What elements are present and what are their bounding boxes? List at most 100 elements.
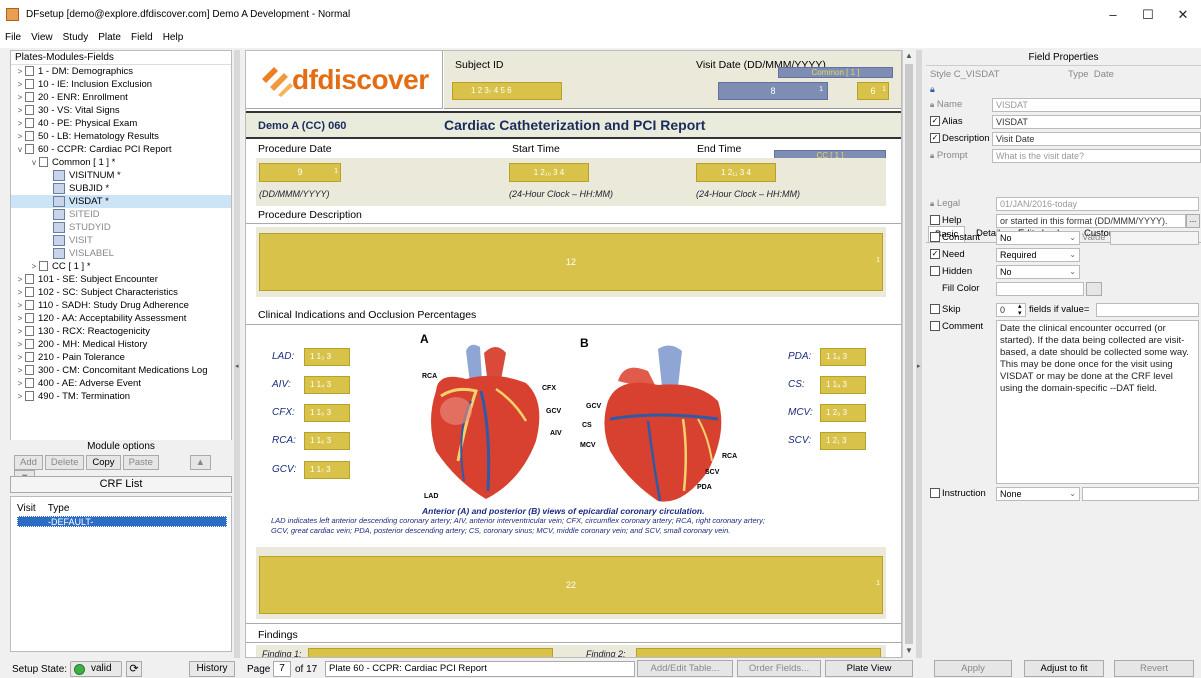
menu-study[interactable]: Study [58, 30, 94, 45]
legal-input[interactable]: 01/JAN/2016-today [996, 197, 1199, 211]
chevron-down-icon[interactable]: v [15, 143, 25, 156]
copy-button[interactable]: Copy [86, 455, 121, 470]
menu-file[interactable]: File [0, 30, 26, 45]
history-button[interactable]: History [189, 661, 235, 677]
finding-1-field[interactable] [308, 648, 553, 657]
color-picker-button[interactable] [1086, 282, 1102, 296]
skip-value-input[interactable] [1096, 303, 1199, 317]
visit-num-field[interactable]: 6 1 [857, 82, 889, 100]
menu-plate[interactable]: Plate [93, 30, 126, 45]
valid-indicator[interactable]: valid [70, 661, 122, 677]
vessel-occlusion-field[interactable]: 1 2₀ 3 [820, 404, 866, 422]
chevron-right-icon[interactable]: > [15, 65, 25, 78]
scroll-thumb[interactable] [905, 64, 913, 644]
tree-item[interactable]: >20 - ENR: Enrollment [11, 91, 231, 104]
tree-item[interactable]: >10 - IE: Inclusion Exclusion [11, 78, 231, 91]
alias-input[interactable]: VISDAT [992, 115, 1201, 129]
clinical-indications-field[interactable]: 22 1 [259, 556, 883, 614]
tree-item[interactable]: > CC [ 1 ] * [11, 260, 231, 273]
plate-vertical-scrollbar[interactable]: ▲ ▼ [902, 50, 914, 658]
chevron-right-icon[interactable]: > [15, 377, 25, 390]
start-time-field[interactable]: 1 2₁₀ 3 4 [509, 163, 589, 182]
prompt-input[interactable]: What is the visit date? [992, 149, 1201, 163]
order-fields-button[interactable]: Order Fields... [737, 660, 821, 677]
vessel-occlusion-field[interactable]: 1 1₉ 3 [820, 376, 866, 394]
chevron-right-icon[interactable]: > [15, 78, 25, 91]
need-checkbox[interactable]: ✓ [930, 249, 940, 260]
tree-item[interactable]: >120 - AA: Acceptability Assessment [11, 312, 231, 325]
constant-select[interactable]: No ⌄ [996, 231, 1080, 245]
chevron-right-icon[interactable]: > [15, 390, 25, 403]
tree-field-item[interactable]: SITEID [11, 208, 231, 221]
need-select[interactable]: Required ⌄ [996, 248, 1080, 262]
tree-item[interactable]: >50 - LB: Hematology Results [11, 130, 231, 143]
chevron-right-icon[interactable]: > [15, 351, 25, 364]
tree-field-item[interactable]: SUBJID * [11, 182, 231, 195]
tree-item[interactable]: >210 - Pain Tolerance [11, 351, 231, 364]
common-tag[interactable]: Common [ 1 ] [778, 67, 893, 78]
chevron-right-icon[interactable]: > [15, 117, 25, 130]
crf-default-row[interactable]: -DEFAULT- [17, 516, 227, 527]
comment-checkbox[interactable] [930, 321, 940, 332]
vessel-occlusion-field[interactable]: 1 1₆ 3 [304, 432, 350, 450]
tree-item[interactable]: >300 - CM: Concomitant Medications Log [11, 364, 231, 377]
add-button[interactable]: Add [14, 455, 43, 470]
tree-item[interactable]: >102 - SC: Subject Characteristics [11, 286, 231, 299]
chevron-right-icon[interactable]: > [15, 273, 25, 286]
apply-button[interactable]: Apply [934, 660, 1012, 677]
vessel-occlusion-field[interactable]: 1 1₄ 3 [304, 376, 350, 394]
instruction-text-input[interactable] [1082, 487, 1199, 501]
add-edit-table-button[interactable]: Add/Edit Table... [637, 660, 733, 677]
left-splitter[interactable]: ◂ [234, 50, 240, 658]
plate-view-button[interactable]: Plate View [825, 660, 913, 677]
constant-value-input[interactable] [1110, 231, 1199, 245]
plate-name-field[interactable]: Plate 60 - CCPR: Cardiac PCI Report [325, 661, 635, 677]
chevron-right-icon[interactable]: > [15, 364, 25, 377]
procedure-date-field[interactable]: 91 [259, 163, 341, 182]
refresh-icon[interactable]: ⟳ [126, 661, 142, 677]
chevron-right-icon[interactable]: > [15, 286, 25, 299]
chevron-right-icon[interactable]: > [29, 260, 39, 273]
visit-date-field[interactable]: 8 1 [718, 82, 828, 100]
vessel-occlusion-field[interactable]: 1 1₇ 3 [304, 461, 350, 479]
chevron-right-icon[interactable]: > [15, 312, 25, 325]
chevron-right-icon[interactable]: > [15, 91, 25, 104]
subject-id-field[interactable]: 1 2 3₇ 4 5 6 [452, 82, 562, 100]
tree-item[interactable]: >1 - DM: Demographics [11, 65, 231, 78]
close-button[interactable]: ✕ [1168, 4, 1198, 26]
tree-item[interactable]: >101 - SE: Subject Encounter [11, 273, 231, 286]
tree-item[interactable]: >200 - MH: Medical History [11, 338, 231, 351]
procedure-description-field[interactable]: 12 1 [259, 233, 883, 291]
alias-checkbox[interactable]: ✓ [930, 116, 940, 127]
tree-item[interactable]: >110 - SADH: Study Drug Adherence [11, 299, 231, 312]
chevron-right-icon[interactable]: > [15, 104, 25, 117]
paste-button[interactable]: Paste [122, 455, 159, 470]
menu-field[interactable]: Field [126, 30, 158, 45]
minimize-button[interactable]: – [1098, 4, 1128, 26]
chevron-right-icon[interactable]: > [15, 338, 25, 351]
instruction-checkbox[interactable] [930, 488, 940, 499]
description-checkbox[interactable]: ✓ [930, 133, 940, 144]
help-input[interactable]: or started in this format (DD/MMM/YYYY). [996, 214, 1186, 228]
tree-item[interactable]: v 60 - CCPR: Cardiac PCI Report [11, 143, 231, 156]
end-time-field[interactable]: 1 2₁₁ 3 4 [696, 163, 776, 182]
chevron-down-icon[interactable]: v [29, 156, 39, 169]
tree-item[interactable]: >130 - RCX: Reactogenicity [11, 325, 231, 338]
menu-help[interactable]: Help [158, 30, 189, 45]
tree-field-item[interactable]: STUDYID [11, 221, 231, 234]
tree-item[interactable]: >30 - VS: Vital Signs [11, 104, 231, 117]
vessel-occlusion-field[interactable]: 1 1₃ 3 [304, 348, 350, 366]
revert-button[interactable]: Revert [1114, 660, 1194, 677]
finding-2-field[interactable] [636, 648, 881, 657]
description-input[interactable]: Visit Date [992, 132, 1201, 146]
scroll-down-icon[interactable]: ▼ [904, 646, 914, 656]
page-number-input[interactable]: 7 [273, 661, 291, 677]
tree-item[interactable]: v Common [ 1 ] * [11, 156, 231, 169]
chevron-right-icon[interactable]: > [15, 299, 25, 312]
menu-view[interactable]: View [26, 30, 58, 45]
tree-field-item[interactable]: VISITNUM * [11, 169, 231, 182]
help-checkbox[interactable] [930, 215, 940, 226]
delete-button[interactable]: Delete [44, 455, 85, 470]
constant-checkbox[interactable] [930, 232, 940, 243]
hidden-select[interactable]: No ⌄ [996, 265, 1080, 279]
